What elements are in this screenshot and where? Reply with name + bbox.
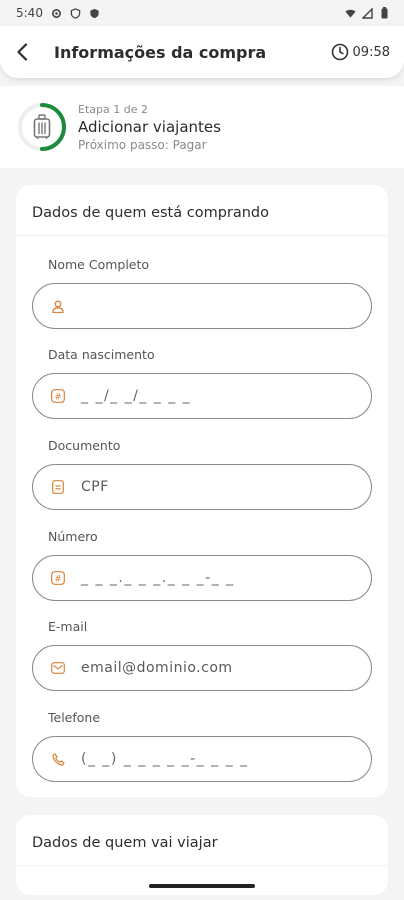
luggage-icon (33, 114, 51, 139)
timer-value: 09:58 (352, 44, 390, 60)
full-name-label: Nome Completo (48, 257, 150, 272)
status-time: 5:40 (16, 6, 43, 20)
wifi-icon (345, 8, 356, 19)
divider (16, 865, 388, 866)
shield-icon (70, 7, 81, 19)
shield-icon (89, 8, 100, 19)
travelers-section-title: Dados de quem vai viajar (32, 835, 218, 851)
document-number-value: _ _ _._ _ _._ _ _-_ _ (81, 570, 235, 586)
email-field[interactable]: email@dominio.com (32, 645, 372, 691)
full-name-field[interactable] (32, 283, 372, 329)
phone-label: Telefone (48, 710, 101, 725)
email-label: E-mail (48, 619, 88, 634)
settings-icon (51, 8, 62, 19)
phone-field[interactable]: (_ _) _ _ _ _ _-_ _ _ _ (32, 736, 372, 782)
divider (16, 235, 388, 236)
hash-icon: # (51, 571, 65, 585)
document-type-value: CPF (81, 479, 109, 495)
birth-date-value: _ _/_ _/_ _ _ _ (81, 388, 192, 404)
birth-date-field[interactable]: # _ _/_ _/_ _ _ _ (32, 373, 372, 419)
session-timer: 09:58 (331, 43, 390, 61)
buyer-section-title: Dados de quem está comprando (32, 205, 270, 221)
travelers-data-card: Dados de quem vai viajar (16, 815, 388, 895)
step-title: Adicionar viajantes (78, 117, 221, 136)
clock-icon (331, 43, 348, 61)
app-header: Informações da compra 09:58 (0, 26, 404, 78)
home-indicator[interactable] (149, 884, 255, 888)
back-button[interactable] (16, 39, 42, 65)
signal-icon (362, 7, 373, 19)
birth-date-label: Data nascimento (48, 347, 155, 362)
phone-icon (51, 752, 65, 766)
document-icon (51, 480, 65, 494)
document-number-label: Número (48, 529, 98, 544)
document-number-field[interactable]: # _ _ _._ _ _._ _ _-_ _ (32, 555, 372, 601)
svg-text:#: # (54, 574, 61, 584)
document-label: Documento (48, 438, 121, 453)
phone-value: (_ _) _ _ _ _ _-_ _ _ _ (81, 751, 249, 767)
user-icon (51, 299, 65, 313)
hash-icon: # (51, 389, 65, 403)
status-bar: 5:40 (0, 0, 404, 26)
chevron-left-icon (17, 43, 28, 61)
next-step-label: Próximo passo: Pagar (78, 137, 207, 152)
battery-icon (379, 7, 390, 19)
checkout-stepper: Etapa 1 de 2 Adicionar viajantes Próximo… (0, 86, 404, 168)
step-progress-ring (16, 101, 68, 153)
page-title: Informações da compra (54, 42, 267, 62)
step-count: Etapa 1 de 2 (78, 102, 148, 116)
buyer-data-card: Dados de quem está comprando Nome Comple… (16, 185, 388, 797)
email-placeholder: email@dominio.com (81, 660, 233, 676)
document-type-select[interactable]: CPF (32, 464, 372, 510)
svg-text:#: # (54, 392, 61, 402)
mail-icon (51, 661, 65, 675)
